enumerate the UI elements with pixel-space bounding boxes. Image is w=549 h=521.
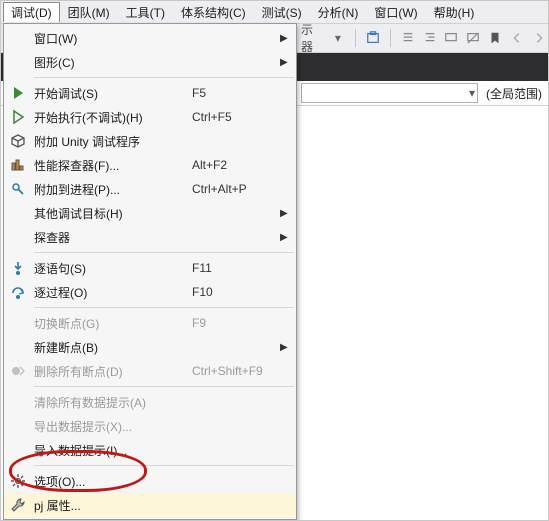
menu-item: 清除所有数据提示(A): [4, 390, 296, 414]
menu-item-shortcut: Ctrl+Alt+P: [192, 182, 280, 196]
bookmark-icon[interactable]: [486, 29, 504, 47]
play-green-icon: [4, 85, 32, 101]
delete-bp-icon: [4, 363, 32, 379]
menu-item-label: 删除所有断点(D): [32, 363, 192, 380]
menu-item-label: 切换断点(G): [32, 315, 192, 332]
gear-icon: [4, 473, 32, 489]
menu-item-shortcut: F5: [192, 86, 280, 100]
submenu-arrow-icon: ▶: [280, 232, 296, 243]
menu-item-label: 开始调试(S): [32, 85, 192, 102]
menu-item-label: 性能探查器(F)...: [32, 157, 192, 174]
menu-item-label: 选项(O)...: [32, 473, 192, 490]
menu-item-shortcut: Ctrl+F5: [192, 110, 280, 124]
menu-item[interactable]: 附加到进程(P)...Ctrl+Alt+P: [4, 177, 296, 201]
submenu-arrow-icon: ▶: [280, 57, 296, 68]
submenu-arrow-icon: ▶: [280, 208, 296, 219]
menu-item-shortcut: F9: [192, 316, 280, 330]
step-into-icon: [4, 260, 32, 276]
menu-separator: [34, 252, 294, 253]
menu-体系结构c[interactable]: 体系结构(C): [173, 2, 254, 23]
menu-item[interactable]: 其他调试目标(H) ▶: [4, 201, 296, 225]
menu-调试d[interactable]: 调试(D): [3, 2, 60, 22]
step-over-icon: [4, 284, 32, 300]
menu-item[interactable]: 选项(O)...: [4, 469, 296, 493]
menu-item-shortcut: Ctrl+Shift+F9: [192, 364, 280, 378]
menu-item[interactable]: 逐语句(S)F11: [4, 256, 296, 280]
menu-item: 导出数据提示(X)...: [4, 414, 296, 438]
menu-item[interactable]: 新建断点(B) ▶: [4, 335, 296, 359]
menu-item-shortcut: F11: [192, 261, 280, 275]
toolbar-label: 示器: [301, 21, 325, 55]
menu-separator: [34, 77, 294, 78]
menu-item-shortcut: Alt+F2: [192, 158, 280, 172]
cube-icon: [4, 133, 32, 149]
menu-item-label: 图形(C): [32, 54, 192, 71]
uncomment-icon[interactable]: [464, 29, 482, 47]
menu-item-label: 探查器: [32, 229, 192, 246]
menu-item-label: 窗口(W): [32, 30, 192, 47]
submenu-arrow-icon: ▶: [280, 342, 296, 353]
debug-menu: 窗口(W)▶图形(C)▶开始调试(S)F5开始执行(不调试)(H)Ctrl+F5…: [3, 23, 297, 520]
menu-item-label: 其他调试目标(H): [32, 205, 192, 222]
menu-item[interactable]: 开始执行(不调试)(H)Ctrl+F5: [4, 105, 296, 129]
menubar: 调试(D)团队(M)工具(T)体系结构(C)测试(S)分析(N)窗口(W)帮助(…: [1, 1, 548, 24]
chevron-down-icon: ▾: [469, 86, 475, 100]
menu-item: 删除所有断点(D)Ctrl+Shift+F9: [4, 359, 296, 383]
separator: [390, 29, 391, 47]
menu-separator: [34, 307, 294, 308]
menu-item-label: 新建断点(B): [32, 339, 192, 356]
menu-帮助h[interactable]: 帮助(H): [426, 2, 483, 23]
menu-item[interactable]: 图形(C) ▶: [4, 50, 296, 74]
menu-separator: [34, 386, 294, 387]
prev-bookmark-icon[interactable]: [508, 29, 526, 47]
comment-icon[interactable]: [443, 29, 461, 47]
menu-item-label: 逐语句(S): [32, 260, 192, 277]
menu-item[interactable]: 逐过程(O)F10: [4, 280, 296, 304]
submenu-arrow-icon: ▶: [280, 33, 296, 44]
menu-测试s[interactable]: 测试(S): [254, 2, 310, 23]
separator: [355, 29, 356, 47]
menu-item[interactable]: 窗口(W) ▶: [4, 26, 296, 50]
menu-item[interactable]: 性能探查器(F)...Alt+F2: [4, 153, 296, 177]
menu-separator: [34, 465, 294, 466]
toolbox-icon[interactable]: [364, 29, 382, 47]
menu-团队m[interactable]: 团队(M): [60, 2, 118, 23]
menu-item-label: 附加 Unity 调试程序: [32, 133, 192, 150]
menu-item-label: 附加到进程(P)...: [32, 181, 192, 198]
wrench-icon: [4, 497, 32, 513]
menu-窗口w[interactable]: 窗口(W): [366, 2, 425, 23]
visual-studio-window: 调试(D)团队(M)工具(T)体系结构(C)测试(S)分析(N)窗口(W)帮助(…: [0, 0, 549, 521]
menu-item-label: pj 属性...: [32, 497, 192, 514]
menu-item[interactable]: 探查器 ▶: [4, 225, 296, 249]
menu-item-label: 导出数据提示(X)...: [32, 418, 192, 435]
menu-item[interactable]: 导入数据提示(I)...: [4, 438, 296, 462]
profiler-icon: [4, 157, 32, 173]
scope-combo[interactable]: ▾: [301, 83, 478, 103]
outdent-icon[interactable]: [421, 29, 439, 47]
menu-item-label: 清除所有数据提示(A): [32, 394, 192, 411]
scope-label: (全局范围): [486, 85, 542, 102]
menu-item-shortcut: F10: [192, 285, 280, 299]
attach-icon: [4, 181, 32, 197]
menu-item[interactable]: pj 属性...: [4, 493, 296, 517]
menu-item: 切换断点(G)F9: [4, 311, 296, 335]
menu-工具t[interactable]: 工具(T): [118, 2, 173, 23]
menu-item-label: 开始执行(不调试)(H): [32, 109, 192, 126]
menu-item-label: 逐过程(O): [32, 284, 192, 301]
menu-item[interactable]: 开始调试(S)F5: [4, 81, 296, 105]
indent-icon[interactable]: [399, 29, 417, 47]
menu-item[interactable]: 附加 Unity 调试程序: [4, 129, 296, 153]
menu-分析n[interactable]: 分析(N): [310, 2, 367, 23]
play-outline-icon: [4, 109, 32, 125]
menu-item-label: 导入数据提示(I)...: [32, 442, 192, 459]
dropdown-icon[interactable]: ▾: [329, 29, 347, 47]
next-bookmark-icon[interactable]: [530, 29, 548, 47]
